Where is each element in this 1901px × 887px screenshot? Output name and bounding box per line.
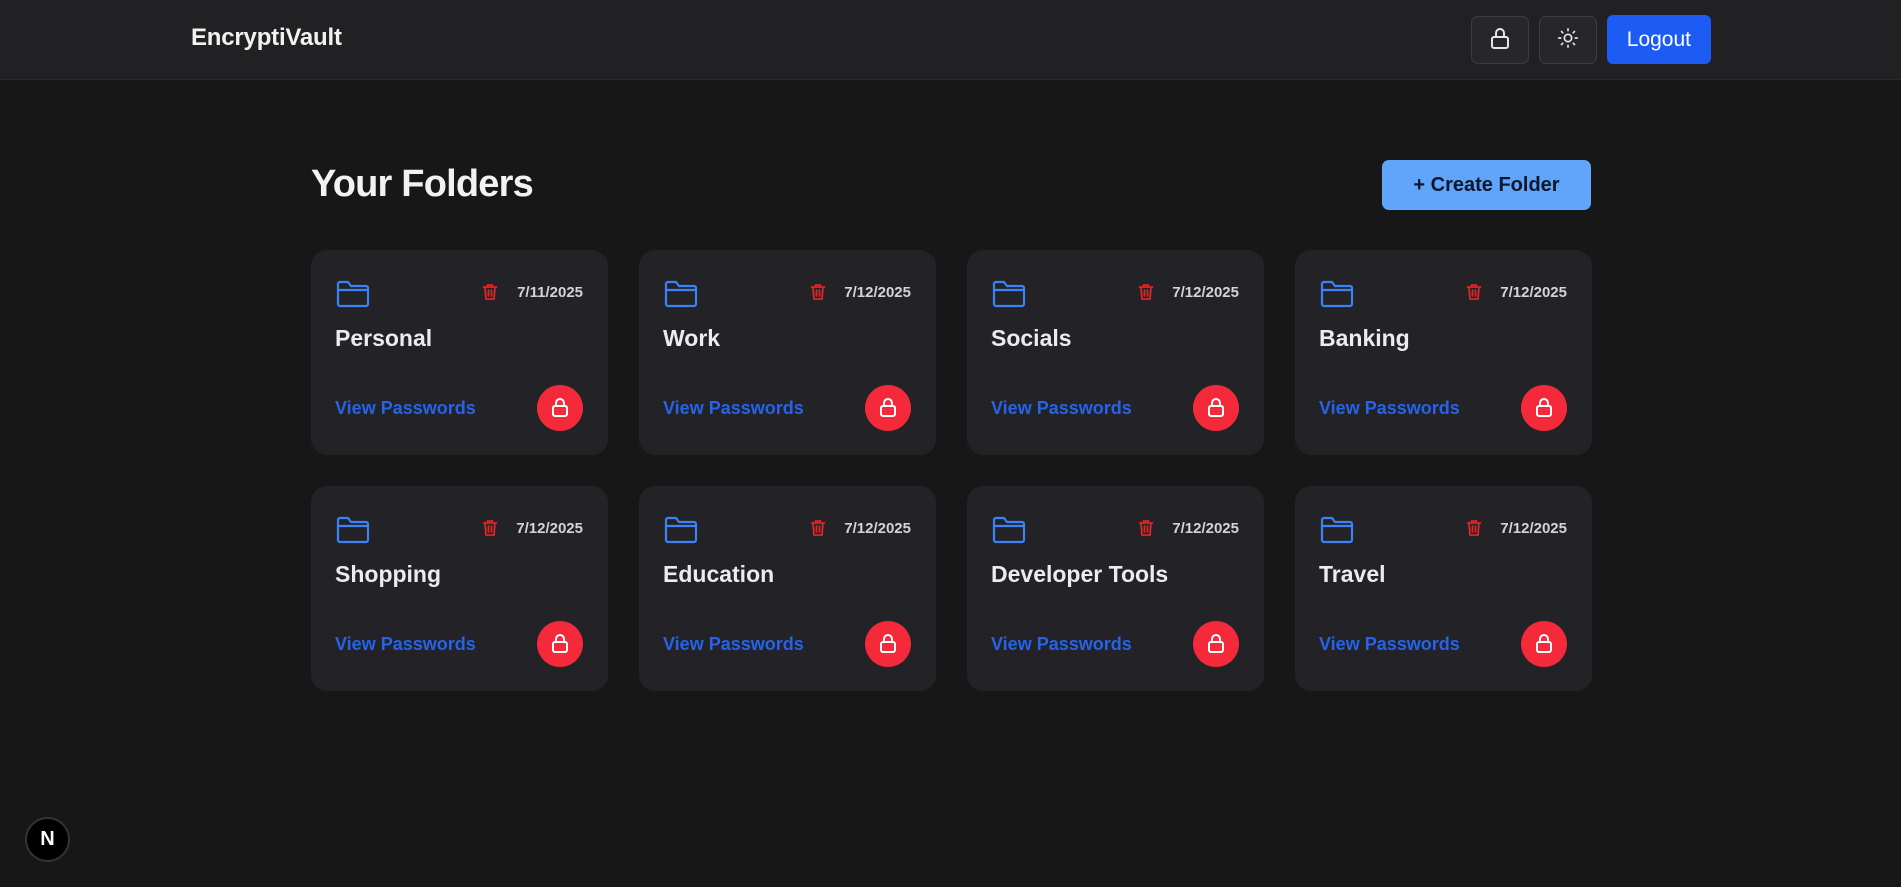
folder-date: 7/12/2025 — [1500, 284, 1567, 301]
lock-folder-button[interactable] — [865, 385, 911, 431]
folder-name: Shopping — [335, 561, 442, 587]
lock-folder-button[interactable] — [1521, 385, 1567, 431]
lock-icon — [1534, 632, 1554, 657]
trash-icon[interactable] — [1466, 283, 1482, 306]
folder-card[interactable]: 7/12/2025 Socials View Passwords — [967, 250, 1264, 455]
lock-icon — [1534, 396, 1554, 421]
brand-logo[interactable]: EncryptiVault — [191, 24, 342, 52]
view-passwords-link[interactable]: View Passwords — [1319, 398, 1460, 419]
nav-actions: Logout — [1470, 15, 1711, 64]
folder-icon — [992, 515, 1026, 550]
folder-card[interactable]: 7/12/2025 Banking View Passwords — [1295, 250, 1592, 455]
page-title: Your Folders — [311, 163, 534, 205]
folder-name: Socials — [991, 325, 1072, 351]
folder-icon — [664, 279, 698, 314]
theme-toggle-button[interactable] — [1538, 15, 1597, 64]
folder-icon — [1320, 515, 1354, 550]
folder-card[interactable]: 7/12/2025 Work View Passwords — [639, 250, 936, 455]
view-passwords-link[interactable]: View Passwords — [663, 398, 804, 419]
view-passwords-link[interactable]: View Passwords — [335, 634, 476, 655]
folder-date: 7/12/2025 — [1172, 284, 1239, 301]
folder-date: 7/12/2025 — [1172, 520, 1239, 537]
folder-icon — [336, 279, 370, 314]
folder-date: 7/12/2025 — [516, 520, 583, 537]
folder-card[interactable]: 7/11/2025 Personal View Passwords — [311, 250, 608, 455]
logout-button[interactable]: Logout — [1606, 15, 1711, 64]
trash-icon[interactable] — [482, 283, 498, 306]
folder-icon — [992, 279, 1026, 314]
view-passwords-link[interactable]: View Passwords — [663, 634, 804, 655]
sun-icon — [1557, 27, 1579, 52]
folder-icon — [1320, 279, 1354, 314]
folder-date: 7/12/2025 — [844, 520, 911, 537]
lock-vault-button[interactable] — [1470, 15, 1529, 64]
lock-icon — [1206, 396, 1226, 421]
folder-name: Travel — [1319, 561, 1386, 587]
nextjs-dev-badge[interactable]: N — [25, 817, 70, 862]
lock-folder-button[interactable] — [1193, 385, 1239, 431]
trash-icon[interactable] — [810, 283, 826, 306]
trash-icon[interactable] — [810, 519, 826, 542]
folder-date: 7/11/2025 — [517, 284, 583, 301]
folder-date: 7/12/2025 — [1500, 520, 1567, 537]
navbar: EncryptiVault Logout — [0, 0, 1901, 80]
lock-folder-button[interactable] — [537, 621, 583, 667]
folder-name: Education — [663, 561, 775, 587]
folder-name: Banking — [1319, 325, 1410, 351]
view-passwords-link[interactable]: View Passwords — [991, 398, 1132, 419]
lock-icon — [550, 396, 570, 421]
view-passwords-link[interactable]: View Passwords — [335, 398, 476, 419]
view-passwords-link[interactable]: View Passwords — [1319, 634, 1460, 655]
lock-icon — [550, 632, 570, 657]
lock-folder-button[interactable] — [865, 621, 911, 667]
trash-icon[interactable] — [1466, 519, 1482, 542]
lock-icon — [1206, 632, 1226, 657]
trash-icon[interactable] — [1138, 519, 1154, 542]
lock-folder-button[interactable] — [537, 385, 583, 431]
folder-card[interactable]: 7/12/2025 Shopping View Passwords — [311, 486, 608, 691]
create-folder-button[interactable]: + Create Folder — [1382, 160, 1591, 210]
lock-folder-button[interactable] — [1521, 621, 1567, 667]
folder-date: 7/12/2025 — [844, 284, 911, 301]
folder-grid: 7/11/2025 Personal View Passwords 7/12/2025… — [311, 250, 1592, 691]
folder-name: Personal — [335, 325, 433, 351]
lock-icon — [878, 632, 898, 657]
folder-name: Developer Tools — [991, 561, 1169, 587]
folder-card[interactable]: 7/12/2025 Education View Passwords — [639, 486, 936, 691]
lock-folder-button[interactable] — [1193, 621, 1239, 667]
lock-icon — [1489, 26, 1511, 53]
lock-icon — [878, 396, 898, 421]
view-passwords-link[interactable]: View Passwords — [991, 634, 1132, 655]
folder-icon — [336, 515, 370, 550]
trash-icon[interactable] — [1138, 283, 1154, 306]
folder-card[interactable]: 7/12/2025 Developer Tools View Passwords — [967, 486, 1264, 691]
folder-name: Work — [663, 325, 721, 351]
trash-icon[interactable] — [482, 519, 498, 542]
folder-icon — [664, 515, 698, 550]
folder-card[interactable]: 7/12/2025 Travel View Passwords — [1295, 486, 1592, 691]
